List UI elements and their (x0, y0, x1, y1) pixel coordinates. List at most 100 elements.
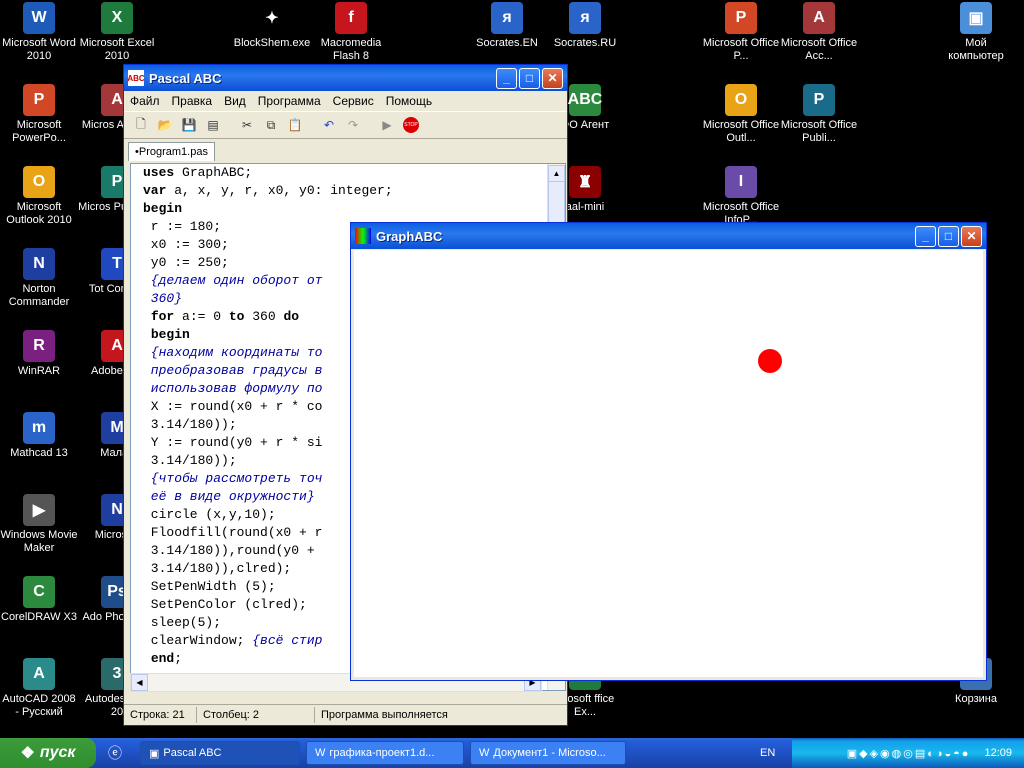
desktop-icon[interactable]: A Microsoft Office Acc... (780, 2, 858, 63)
paste-icon[interactable]: 📋 (286, 116, 304, 134)
desktop-icon[interactable]: C CorelDRAW X3 (0, 576, 78, 624)
code-token: 3.14/180)),round(y0 + (143, 543, 315, 558)
undo-icon[interactable]: ↶ (320, 116, 338, 134)
desktop-icon[interactable]: O Microsoft Outlook 2010 (0, 166, 78, 227)
desktop-icon-label: WinRAR (17, 365, 61, 377)
graph-maximize-button[interactable]: □ (938, 225, 959, 247)
menu-item[interactable]: Правка (166, 94, 219, 108)
desktop-icon[interactable]: A AutoCAD 2008 - Русский (0, 658, 78, 719)
menu-bar: Файл Правка Вид Программа Сервис Помощь (124, 91, 567, 111)
app-icon: R (23, 330, 55, 362)
status-state: Программа выполняется (321, 709, 448, 721)
menu-item[interactable]: Сервис (327, 94, 380, 108)
comment: её в виде окружности} (143, 489, 315, 504)
save-icon[interactable]: 💾 (180, 116, 198, 134)
scroll-left-icon[interactable]: ◀ (131, 674, 148, 691)
graphabc-title-bar[interactable]: GraphABC _ □ ✕ (351, 223, 986, 249)
menu-item[interactable]: Программа (252, 94, 327, 108)
app-icon: P (23, 84, 55, 116)
new-file-icon[interactable]: 🗋 (132, 116, 150, 134)
desktop-icon[interactable]: ▶ Windows Movie Maker (0, 494, 78, 555)
keyword: begin (150, 327, 190, 342)
close-button[interactable]: ✕ (542, 67, 563, 89)
code-line[interactable]: begin (143, 200, 565, 218)
open-folder-icon[interactable]: 📂 (156, 116, 174, 134)
cut-icon[interactable]: ✂ (238, 116, 256, 134)
desktop-icon[interactable]: P Microsoft Office P... (702, 2, 780, 63)
status-col: Столбец: 2 (197, 707, 315, 723)
app-icon: A (23, 658, 55, 690)
menu-item[interactable]: Помощь (380, 94, 438, 108)
menu-item[interactable]: Вид (218, 94, 252, 108)
code-token: r := 180; (143, 219, 222, 234)
run-icon[interactable]: ▶ (378, 116, 396, 134)
graph-minimize-button[interactable]: _ (915, 225, 936, 247)
graph-canvas[interactable] (354, 250, 983, 677)
comment: {чтобы рассмотреть точ (143, 471, 323, 486)
code-token: X := round(x0 + r * co (143, 399, 323, 414)
keyword: uses (143, 165, 175, 180)
desktop-icon-label: Microsoft Office Outl... (702, 119, 780, 144)
scroll-thumb[interactable] (548, 181, 565, 223)
desktop-icon[interactable]: f Macromedia Flash 8 (312, 2, 390, 63)
desktop-icon[interactable]: O Microsoft Office Outl... (702, 84, 780, 145)
menu-item[interactable]: Файл (124, 94, 166, 108)
comment: {делаем один оборот от (143, 273, 323, 288)
scroll-up-icon[interactable]: ▲ (548, 165, 565, 182)
tray-icons[interactable]: ▣◆◈◉◍◎▤◐◑◒◓● (847, 747, 971, 760)
desktop-icon-label: BlockShem.exe (233, 37, 311, 49)
code-token: 3.14/180)),clred); (143, 561, 292, 576)
code-line[interactable]: var a, x, y, r, x0, y0: integer; (143, 182, 565, 200)
start-label: пуск (39, 744, 76, 761)
taskbar-button-pascal[interactable]: ▣ Pascal ABC (140, 741, 300, 765)
desktop-icon-label: AutoCAD 2008 - Русский (2, 693, 76, 718)
copy-icon[interactable]: ⧉ (262, 116, 280, 134)
keyword: begin (143, 201, 183, 216)
app-icon: m (23, 412, 55, 444)
keyword: var (143, 183, 167, 198)
desktop-icon[interactable]: ▣ Мой компьютер (937, 2, 1015, 63)
desktop-icon[interactable]: m Mathcad 13 (0, 412, 78, 460)
desktop-icon[interactable]: X Microsoft Excel 2010 (78, 2, 156, 63)
desktop-icon[interactable]: P Microsoft Office Publi... (780, 84, 858, 145)
maximize-button[interactable]: □ (519, 67, 540, 89)
app-icon: ✦ (256, 2, 288, 34)
code-line[interactable]: uses GraphABC; (143, 164, 565, 182)
taskbar-button-word1[interactable]: W графика-проект1.d... (306, 741, 464, 765)
taskbar-button-word2[interactable]: W Документ1 - Microso... (470, 741, 626, 765)
code-token: clearWindow; (143, 633, 253, 648)
desktop-icon[interactable]: N Norton Commander (0, 248, 78, 309)
quick-launch-ie-icon[interactable]: ⓔ (108, 743, 122, 763)
code-token: x0 := 300; (143, 237, 229, 252)
graph-close-button[interactable]: ✕ (961, 225, 982, 247)
desktop-icon[interactable]: W Microsoft Word 2010 (0, 2, 78, 63)
desktop-icon[interactable]: R WinRAR (0, 330, 78, 378)
desktop-icon[interactable]: I Microsoft Office InfoP... (702, 166, 780, 227)
app-icon: P (725, 2, 757, 34)
code-token: GraphABC; (174, 165, 253, 180)
desktop-icon[interactable]: ✦ BlockShem.exe (233, 2, 311, 50)
stop-icon[interactable]: STOP (402, 116, 420, 134)
graphabc-app-icon (355, 228, 371, 244)
code-token: 3.14/180)); (143, 417, 237, 432)
redo-icon[interactable]: ↷ (344, 116, 362, 134)
pascal-title-bar[interactable]: ABC Pascal ABC _ □ ✕ (124, 65, 567, 91)
desktop-icon[interactable]: я Socrates.RU (546, 2, 624, 50)
clock: 12:09 (984, 747, 1012, 759)
minimize-button[interactable]: _ (496, 67, 517, 89)
app-icon: C (23, 576, 55, 608)
app-icon: ABC (568, 84, 602, 116)
status-row: Строка: 21 (124, 707, 197, 723)
start-button[interactable]: ❖ пуск (0, 738, 96, 768)
word-task-icon: W (315, 747, 326, 759)
code-token: Floodfill(round(x0 + r (143, 525, 323, 540)
desktop-icon[interactable]: P Microsoft PowerPo... (0, 84, 78, 145)
app-icon: ♜ (569, 166, 601, 198)
tab-program1[interactable]: •Program1.pas (128, 142, 215, 161)
app-icon: f (335, 2, 367, 34)
desktop-icon-label: Macromedia Flash 8 (320, 37, 382, 62)
desktop-icon[interactable]: я Socrates.EN (468, 2, 546, 50)
language-indicator[interactable]: EN (760, 747, 775, 759)
save-all-icon[interactable]: ▤ (204, 116, 222, 134)
